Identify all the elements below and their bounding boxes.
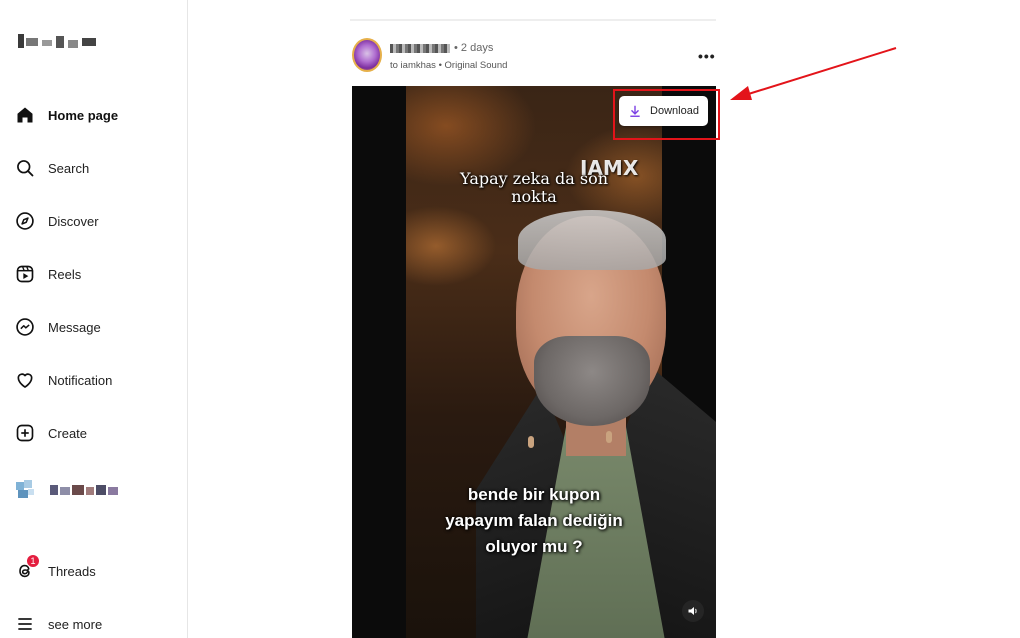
- sidebar-item-reels[interactable]: Reels: [14, 259, 81, 289]
- profile-name-blurred: [50, 483, 124, 497]
- reel-video[interactable]: IAMX Yapay zeka da son nokta bende bir k…: [352, 86, 716, 638]
- sidebar-item-label: Reels: [48, 266, 82, 282]
- sidebar-item-label: Message: [48, 319, 101, 335]
- avatar: [14, 480, 38, 500]
- heart-icon: [14, 369, 36, 391]
- sidebar-item-label: Home page: [48, 107, 119, 123]
- video-figure-part: [518, 210, 666, 270]
- sidebar-item-profile[interactable]: [14, 475, 124, 505]
- download-button-label: Download: [650, 105, 699, 117]
- home-icon: [14, 104, 36, 126]
- menu-icon: [14, 613, 36, 635]
- sidebar-item-see-more[interactable]: see more: [14, 609, 102, 638]
- video-figure-part: [606, 431, 612, 443]
- author-line: • 2 days: [390, 42, 493, 54]
- caption-line: bende bir kupon: [467, 485, 601, 504]
- speaker-icon: [688, 607, 697, 615]
- video-caption-top: Yapay zeka da son nokta: [352, 170, 716, 206]
- download-button[interactable]: Download: [619, 96, 708, 126]
- sidebar-item-label: Discover: [48, 213, 99, 229]
- caption-line: oluyor mu ?: [485, 537, 583, 556]
- annotation-arrow-icon: [730, 47, 897, 100]
- caption-line: Yapay zeka da son: [460, 169, 608, 188]
- sidebar-item-label: Notification: [48, 372, 113, 388]
- notification-badge: 1: [26, 554, 40, 568]
- post-timestamp: • 2 days: [454, 42, 494, 54]
- sidebar-item-discover[interactable]: Discover: [14, 206, 99, 236]
- sound-toggle-button[interactable]: [682, 600, 704, 622]
- video-figure-part: [528, 436, 534, 448]
- sidebar: Home page Search Discover Reels Message …: [0, 0, 188, 638]
- caption-line: nokta: [511, 187, 557, 206]
- plus-square-icon: [14, 422, 36, 444]
- more-options-button[interactable]: •••: [698, 48, 716, 64]
- instagram-logo[interactable]: [18, 32, 102, 54]
- video-caption-bottom: bende bir kupon yapayım falan dediğin ol…: [352, 482, 716, 560]
- sidebar-item-label: Create: [48, 425, 88, 441]
- search-icon: [14, 157, 36, 179]
- sidebar-item-home[interactable]: Home page: [14, 100, 118, 130]
- sidebar-item-label: see more: [48, 616, 103, 632]
- sidebar-item-label: Threads: [48, 563, 96, 579]
- compass-icon: [14, 210, 36, 232]
- video-figure-part: [534, 336, 650, 426]
- feed-divider: [350, 19, 716, 21]
- sidebar-item-message[interactable]: Message: [14, 312, 101, 342]
- caption-line: yapayım falan dediğin: [445, 511, 623, 530]
- messenger-icon: [14, 316, 36, 338]
- download-icon: [630, 105, 640, 117]
- sidebar-item-notification[interactable]: Notification: [14, 365, 112, 395]
- threads-icon: 1: [14, 554, 40, 582]
- reels-icon: [14, 263, 36, 285]
- post-header: • 2 days to iamkhas • Original Sound •••: [352, 36, 722, 76]
- author-name-blurred[interactable]: [390, 43, 450, 53]
- sidebar-item-create[interactable]: Create: [14, 418, 87, 448]
- sidebar-item-search[interactable]: Search: [14, 153, 89, 183]
- author-avatar[interactable]: [352, 38, 382, 72]
- sidebar-item-threads[interactable]: 1 Threads: [14, 554, 96, 586]
- sidebar-item-label: Search: [48, 160, 90, 176]
- chevron-icon: [704, 0, 714, 4]
- audio-attribution[interactable]: to iamkhas • Original Sound: [390, 60, 507, 71]
